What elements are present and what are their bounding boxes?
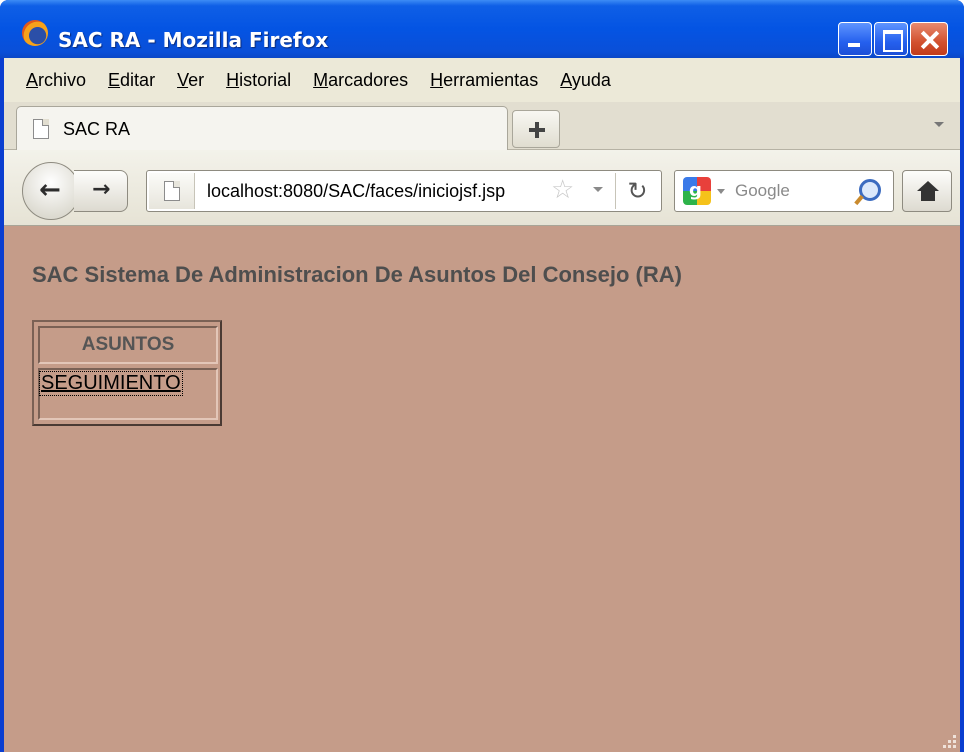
menu-accel-letter: M [313, 69, 329, 90]
menu-label: er [188, 69, 205, 90]
menu-label: yuda [571, 69, 611, 90]
asuntos-menu-table: ASUNTOS SEGUIMIENTO [32, 320, 222, 426]
menu-label: rchivo [38, 69, 87, 90]
firefox-logo-icon [22, 20, 48, 46]
chevron-down-icon[interactable] [932, 118, 946, 132]
resize-grip[interactable] [940, 732, 958, 750]
back-arrow-icon: ← [39, 175, 61, 205]
browser-chrome: Archivo Editar Ver Historial Marcadores … [4, 58, 960, 226]
menu-historial[interactable]: Historial [226, 70, 291, 91]
new-tab-button[interactable] [512, 110, 560, 148]
menu-ayuda[interactable]: Ayuda [560, 70, 611, 91]
seguimiento-link[interactable]: SEGUIMIENTO [39, 371, 183, 396]
page-icon [33, 119, 49, 139]
page-title: SAC Sistema De Administracion De Asuntos… [32, 262, 682, 287]
asuntos-menu-header: ASUNTOS [38, 326, 218, 364]
back-button[interactable]: ← [22, 162, 80, 220]
menu-accel-letter: H [430, 69, 444, 90]
forward-arrow-icon: → [92, 177, 111, 202]
minimize-button[interactable] [838, 22, 872, 56]
home-button[interactable] [902, 170, 952, 212]
menu-accel-letter: V [177, 69, 189, 90]
tab-sac-ra[interactable]: SAC RA [16, 106, 508, 150]
browser-window: SAC RA - Mozilla Firefox Archivo Editar … [0, 0, 964, 752]
url-bar[interactable]: ☆ ↻ [146, 170, 662, 212]
google-logo-icon[interactable]: g [683, 177, 711, 205]
page-content: SAC Sistema De Administracion De Asuntos… [4, 226, 960, 752]
search-icon[interactable] [853, 177, 883, 207]
menu-marcadores[interactable]: Marcadores [313, 70, 408, 91]
menu-accel-letter: H [226, 69, 240, 90]
search-input[interactable] [735, 171, 845, 211]
window-title: SAC RA - Mozilla Firefox [58, 28, 329, 52]
menu-accel-letter: A [560, 69, 572, 90]
menu-herramientas[interactable]: Herramientas [430, 70, 538, 91]
title-bar[interactable]: SAC RA - Mozilla Firefox [0, 0, 964, 58]
site-identity-button[interactable] [149, 173, 195, 209]
asuntos-menu-cell: SEGUIMIENTO [38, 368, 218, 420]
page-icon [164, 181, 180, 201]
menu-label: arcadores [328, 69, 409, 90]
menu-accel-letter: E [108, 69, 121, 90]
menu-editar[interactable]: Editar [108, 70, 155, 91]
menu-ver[interactable]: Ver [177, 70, 204, 91]
url-input[interactable] [207, 171, 547, 211]
reload-button[interactable]: ↻ [615, 173, 659, 209]
search-engine-dropdown-icon[interactable] [717, 189, 727, 197]
maximize-button[interactable] [874, 22, 908, 56]
tab-strip: SAC RA [4, 102, 960, 150]
close-button[interactable] [910, 22, 948, 56]
navigation-toolbar: ← → ☆ ↻ g [4, 150, 960, 226]
forward-button[interactable]: → [74, 170, 128, 212]
menu-label: erramientas [443, 69, 539, 90]
menu-label: istorial [239, 69, 292, 90]
menu-accel-letter: A [26, 69, 39, 90]
menu-bar: Archivo Editar Ver Historial Marcadores … [4, 58, 960, 102]
bookmark-star-icon[interactable]: ☆ [551, 175, 574, 205]
url-history-dropdown-icon[interactable] [593, 187, 603, 195]
menu-archivo[interactable]: Archivo [26, 70, 86, 91]
tab-label: SAC RA [63, 119, 131, 139]
search-bar[interactable]: g [674, 170, 894, 212]
menu-label: ditar [120, 69, 156, 90]
